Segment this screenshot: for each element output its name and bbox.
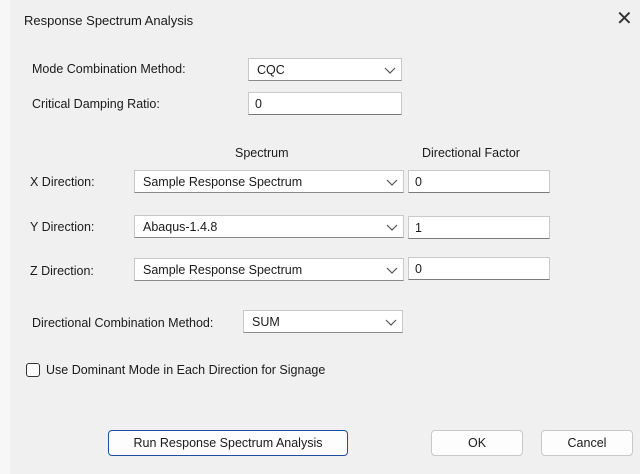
dominant-mode-label: Use Dominant Mode in Each Direction for … (46, 363, 326, 377)
title-bar: Response Spectrum Analysis ✕ (10, 0, 640, 44)
chevron-down-icon (385, 319, 397, 326)
mode-combination-label: Mode Combination Method: (32, 62, 186, 76)
critical-damping-input[interactable]: 0 (248, 92, 402, 115)
response-spectrum-dialog: Response Spectrum Analysis ✕ Mode Combin… (10, 0, 640, 474)
z-direction-factor-value: 0 (415, 262, 422, 276)
directional-factor-header: Directional Factor (422, 146, 520, 160)
close-icon[interactable]: ✕ (616, 8, 633, 30)
dominant-mode-checkbox[interactable] (26, 363, 40, 377)
directional-combination-select[interactable]: SUM (243, 310, 403, 333)
critical-damping-value: 0 (255, 97, 262, 111)
run-analysis-button[interactable]: Run Response Spectrum Analysis (108, 430, 348, 456)
x-direction-label: X Direction: (30, 175, 95, 189)
x-direction-spectrum-select[interactable]: Sample Response Spectrum (134, 170, 404, 193)
cancel-button[interactable]: Cancel (541, 430, 633, 456)
z-direction-factor-input[interactable]: 0 (408, 257, 550, 280)
x-direction-spectrum-value: Sample Response Spectrum (143, 175, 303, 189)
chevron-down-icon (386, 224, 398, 231)
y-direction-spectrum-select[interactable]: Abaqus-1.4.8 (134, 215, 404, 238)
z-direction-label: Z Direction: (30, 264, 94, 278)
spectrum-header: Spectrum (235, 146, 289, 160)
ok-button[interactable]: OK (431, 430, 523, 456)
y-direction-factor-value: 1 (415, 221, 422, 235)
chevron-down-icon (386, 179, 398, 186)
z-direction-spectrum-select[interactable]: Sample Response Spectrum (134, 258, 404, 281)
y-direction-label: Y Direction: (30, 220, 95, 234)
z-direction-spectrum-value: Sample Response Spectrum (143, 263, 303, 277)
dialog-title: Response Spectrum Analysis (24, 13, 194, 28)
mode-combination-value: CQC (257, 63, 285, 77)
directional-combination-label: Directional Combination Method: (32, 316, 214, 330)
directional-combination-value: SUM (252, 315, 280, 329)
y-direction-spectrum-value: Abaqus-1.4.8 (143, 220, 218, 234)
chevron-down-icon (384, 67, 396, 74)
mode-combination-select[interactable]: CQC (248, 58, 402, 81)
y-direction-factor-input[interactable]: 1 (408, 216, 550, 239)
x-direction-factor-input[interactable]: 0 (408, 170, 550, 193)
chevron-down-icon (386, 267, 398, 274)
x-direction-factor-value: 0 (415, 175, 422, 189)
window-edge (0, 0, 10, 474)
critical-damping-label: Critical Damping Ratio: (32, 97, 160, 111)
